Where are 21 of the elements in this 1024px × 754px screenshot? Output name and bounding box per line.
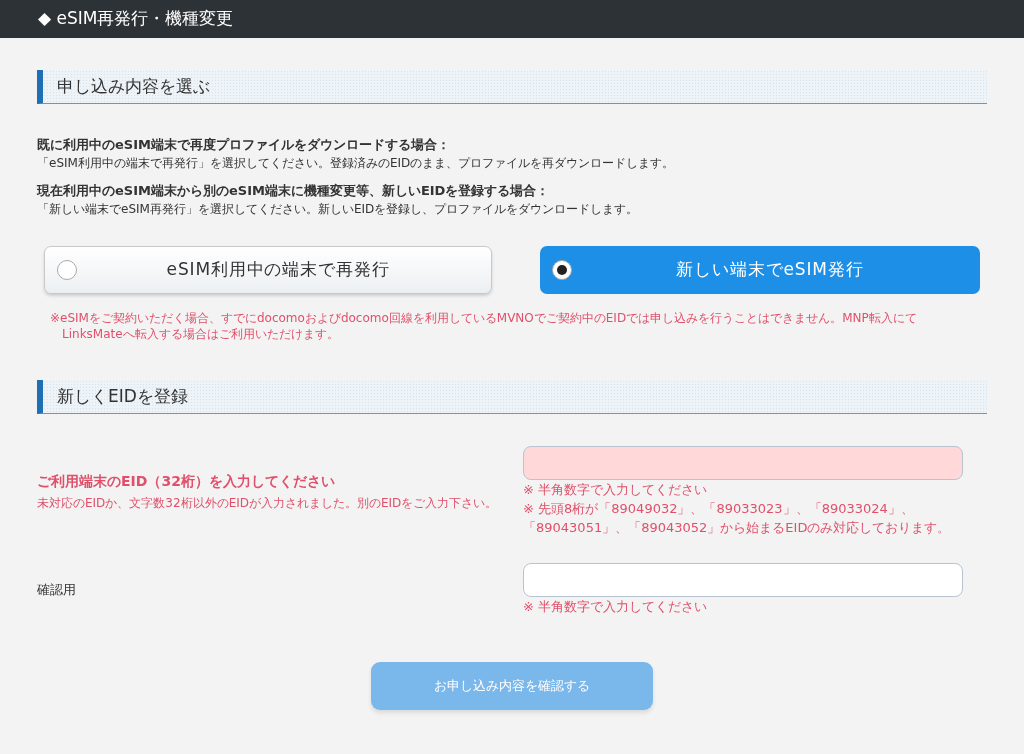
field-label: 確認用 bbox=[37, 580, 77, 599]
note-text: LinksMateへ転入する場合はご利用いただけます。 bbox=[61, 326, 340, 342]
input-note: ※ 半角数字で入力してください bbox=[523, 598, 709, 616]
radio-icon bbox=[552, 260, 572, 280]
option-button[interactable]: 新しい端末でeSIM発行 bbox=[540, 246, 980, 294]
note-text: ※eSIMをご契約いただく場合、すでにdocomoおよびdocomo回線を利用しているMVNOでご契約中のEIDでは申し込みを行うことはできません。MNP転入にて bbox=[50, 310, 918, 326]
radio-icon bbox=[57, 260, 77, 280]
input-note: ※ 先頭8桁が「89049032」、「89033023」、「89033024」、「89043051」、「89043052」から始まるEIDのみ対応しております。 bbox=[523, 500, 952, 537]
input-note: ※ 半角数字で入力してください bbox=[523, 481, 709, 499]
option-button[interactable]: eSIM利用中の端末で再発行 bbox=[44, 246, 492, 294]
instruction-text: 「eSIM利用中の端末で再発行」を選択してください。登録済みのEIDのまま、プロファイルを再ダウンロードします。 bbox=[37, 155, 676, 172]
section-heading: 新しくEIDを登録 bbox=[37, 380, 987, 414]
instruction-text: 「新しい端末でeSIM再発行」を選択してください。新しいEIDを登録し、プロファイルをダウンロードします。 bbox=[37, 201, 640, 218]
field-label: ご利用端末のEID（32桁）を入力してください bbox=[37, 472, 336, 491]
page-title: ◆ eSIM再発行・機種変更 bbox=[38, 7, 234, 31]
eid-input-field[interactable] bbox=[523, 563, 963, 597]
instruction-title: 現在利用中のeSIM端末から別のeSIM端末に機種変更等、新しいEIDを登録する場合： bbox=[37, 182, 551, 200]
error-message: 未対応のEIDか、文字数32桁以外のEIDが入力されました。別のEIDをご入力下さい。 bbox=[37, 495, 499, 512]
section-heading: 申し込み内容を選ぶ bbox=[37, 70, 987, 104]
instruction-title: 既に利用中のeSIM端末で再度プロファイルをダウンロードする場合： bbox=[37, 136, 451, 154]
eid-input-field[interactable] bbox=[523, 446, 963, 480]
